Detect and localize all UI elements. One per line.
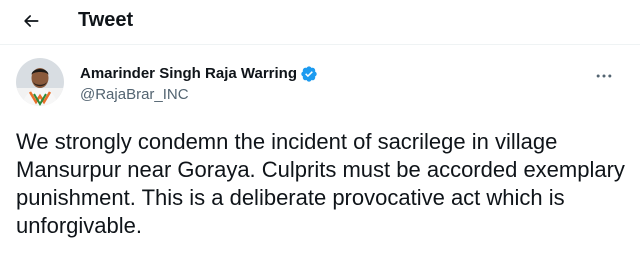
name-row: Amarinder Singh Raja Warring bbox=[80, 64, 318, 84]
more-horizontal-icon bbox=[596, 74, 612, 78]
avatar[interactable] bbox=[16, 58, 64, 106]
more-options-button[interactable] bbox=[586, 62, 622, 90]
author-block: Amarinder Singh Raja Warring @RajaBrar_I… bbox=[80, 64, 318, 105]
avatar-image bbox=[16, 58, 64, 106]
user-handle[interactable]: @RajaBrar_INC bbox=[80, 85, 318, 105]
tweet-header: Tweet bbox=[0, 0, 640, 46]
arrow-left-icon bbox=[24, 15, 39, 27]
back-button[interactable] bbox=[14, 5, 48, 37]
header-divider bbox=[0, 44, 640, 45]
verified-badge-icon bbox=[300, 65, 318, 83]
page-title: Tweet bbox=[78, 9, 134, 31]
tweet-text: We strongly condemn the incident of sacr… bbox=[16, 129, 625, 238]
display-name[interactable]: Amarinder Singh Raja Warring bbox=[80, 64, 297, 84]
